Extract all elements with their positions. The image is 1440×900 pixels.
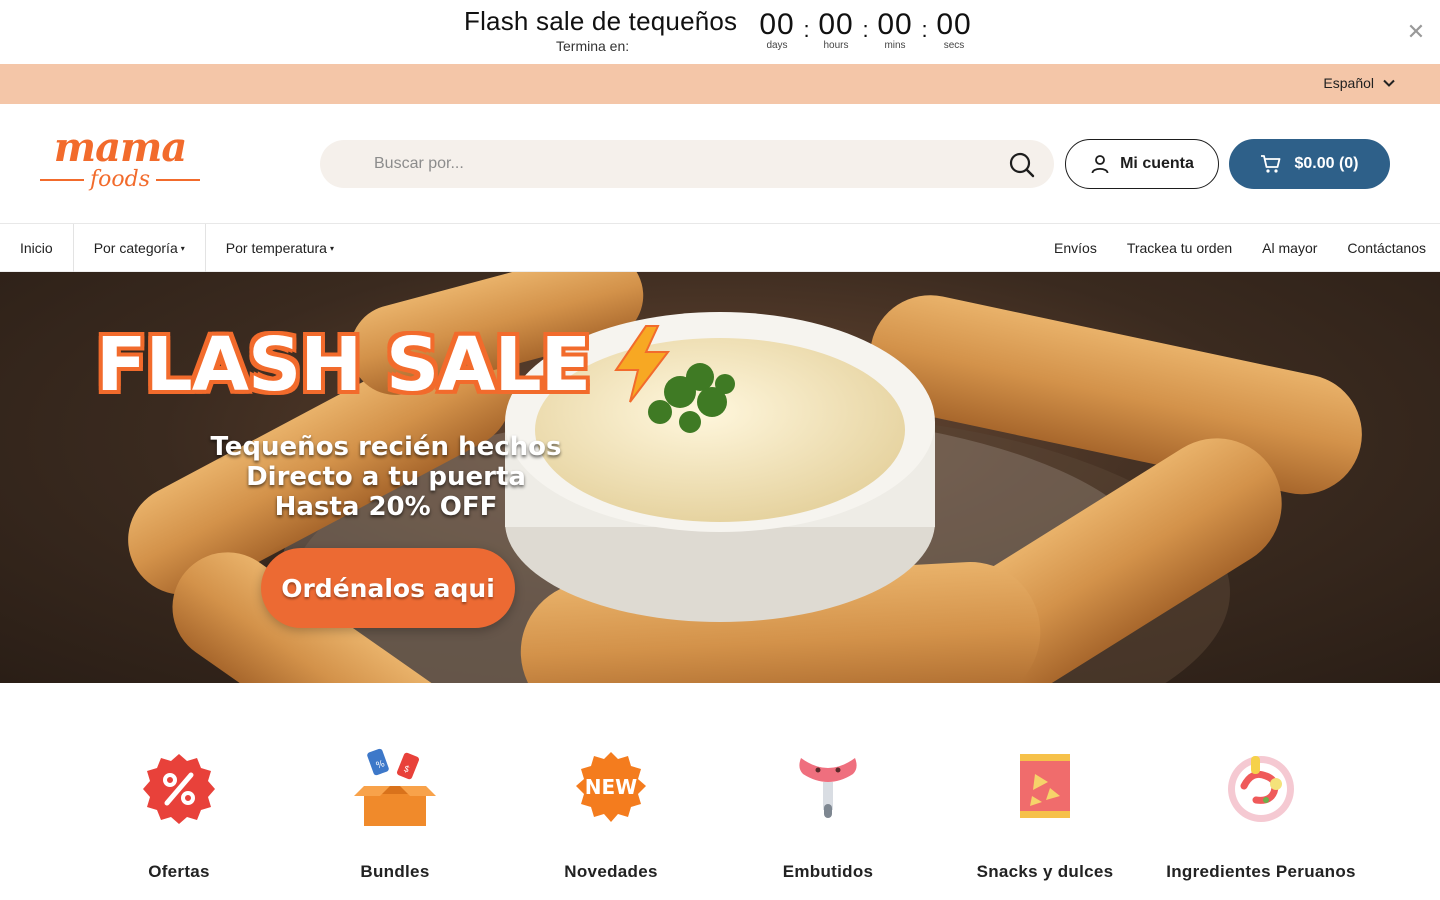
hero-line: Tequeños recién hechos <box>210 432 562 462</box>
category-label: Ofertas <box>148 862 210 881</box>
countdown-days: 00 days <box>756 10 798 52</box>
nav-item-label: Por temperatura <box>225 240 327 256</box>
category-label: Ingredientes Peruanos <box>1166 862 1356 881</box>
svg-text:NEW: NEW <box>585 775 637 799</box>
nav-item-contactanos[interactable]: Contáctanos <box>1347 224 1426 272</box>
category-ofertas[interactable]: Ofertas <box>84 744 274 882</box>
countdown-timer: 00 days : 00 hours : 00 mins : 00 secs <box>756 10 975 52</box>
language-label: Español <box>1323 75 1374 91</box>
countdown-secs: 00 secs <box>933 10 975 52</box>
flash-sale-announcement-bar: Flash sale de tequeños Termina en: 00 da… <box>0 0 1440 64</box>
countdown-separator: : <box>921 17 928 42</box>
lightning-bolt-icon <box>614 325 671 403</box>
announcement-subtitle: Termina en: <box>556 38 630 54</box>
logo-wordmark-bottom: foods <box>90 167 151 192</box>
countdown-separator: : <box>803 17 810 42</box>
cart-icon <box>1261 155 1281 173</box>
peruvian-dish-icon <box>1228 756 1294 822</box>
nav-item-label: Inicio <box>20 240 53 256</box>
category-novedades[interactable]: NEW Novedades <box>516 744 706 882</box>
search-icon[interactable] <box>1008 151 1036 179</box>
hero-line: Hasta 20% OFF <box>274 492 498 522</box>
category-label: Bundles <box>360 862 430 881</box>
hero-copy: Tequeños recién hechos Directo a tu puer… <box>200 432 572 522</box>
countdown-mins-value: 00 <box>877 8 913 41</box>
nav-right-group: Envíos Trackea tu orden Al mayor Contáct… <box>1054 224 1426 272</box>
cart-total: $0.00 (0) <box>1294 155 1359 172</box>
hero-line: Directo a tu puerta <box>246 462 526 492</box>
hero-banner[interactable]: FLASH SALE Tequeños recién hechos Direct… <box>0 272 1440 683</box>
countdown-days-value: 00 <box>759 8 795 41</box>
countdown-secs-value: 00 <box>936 8 972 41</box>
caret-down-icon: ▾ <box>180 243 185 253</box>
account-button[interactable]: Mi cuenta <box>1065 139 1219 189</box>
site-header: mama foods Mi cuenta $0.00 (0) <box>0 104 1440 224</box>
category-ingredientes-peruanos[interactable]: Ingredientes Peruanos <box>1166 744 1356 882</box>
countdown-hours: 00 hours <box>815 10 857 52</box>
countdown-hours-value: 00 <box>818 8 854 41</box>
search-bar <box>320 140 1054 188</box>
nav-item-label: Por categoría <box>93 240 178 256</box>
language-selector[interactable]: Español <box>1323 75 1396 91</box>
category-label: Snacks y dulces <box>976 862 1114 881</box>
logo-wordmark-row: foods <box>40 167 201 192</box>
logo-rule <box>156 179 201 181</box>
discount-badge-icon <box>143 754 215 824</box>
logo-wordmark-top: mama <box>53 124 187 171</box>
category-embutidos[interactable]: Embutidos <box>733 744 923 882</box>
main-navigation: Inicio Por categoría ▾ Por temperatura ▾… <box>0 224 1440 272</box>
snack-bag-icon <box>1020 754 1070 818</box>
order-now-button[interactable]: Ordénalos aqui <box>261 548 515 628</box>
countdown-mins-label: mins <box>884 40 906 51</box>
close-icon[interactable]: ✕ <box>1404 20 1428 44</box>
countdown-secs-label: secs <box>943 40 965 51</box>
countdown-mins: 00 mins <box>874 10 916 52</box>
logo-rule <box>40 179 84 181</box>
countdown-days-label: days <box>766 40 788 51</box>
language-bar: Español <box>0 64 1440 104</box>
new-badge-icon: NEW <box>576 752 646 822</box>
box-with-tags-icon: % $ <box>354 748 436 826</box>
category-bundles[interactable]: % $ Bundles <box>300 744 490 882</box>
hero-title: FLASH SALE <box>96 322 591 408</box>
nav-item-inicio[interactable]: Inicio <box>0 224 74 272</box>
category-snacks-y-dulces[interactable]: Snacks y dulces <box>950 744 1140 882</box>
caret-down-icon: ▾ <box>329 243 334 253</box>
user-icon <box>1091 155 1109 174</box>
nav-item-por-temperatura[interactable]: Por temperatura ▾ <box>206 224 354 272</box>
category-shortcuts: Ofertas % $ Bundles NEW Novedades Embuti… <box>0 684 1440 900</box>
search-input[interactable] <box>320 140 1000 188</box>
cart-button[interactable]: $0.00 (0) <box>1229 139 1390 189</box>
mama-foods-logo[interactable]: mama foods <box>38 126 202 202</box>
nav-item-envios[interactable]: Envíos <box>1054 224 1097 272</box>
chevron-down-icon <box>1383 79 1395 87</box>
countdown-hours-label: hours <box>823 40 849 51</box>
category-label: Novedades <box>564 862 658 881</box>
sausage-icon <box>799 758 857 818</box>
announcement-title: Flash sale de tequeños <box>464 6 738 36</box>
account-label: Mi cuenta <box>1120 155 1194 172</box>
category-label: Embutidos <box>782 862 874 881</box>
nav-left-group: Inicio Por categoría ▾ Por temperatura ▾ <box>0 224 354 272</box>
nav-item-por-categoria[interactable]: Por categoría ▾ <box>74 224 206 272</box>
nav-item-trackea[interactable]: Trackea tu orden <box>1127 224 1232 272</box>
nav-item-al-mayor[interactable]: Al mayor <box>1262 224 1317 272</box>
countdown-separator: : <box>862 17 869 42</box>
